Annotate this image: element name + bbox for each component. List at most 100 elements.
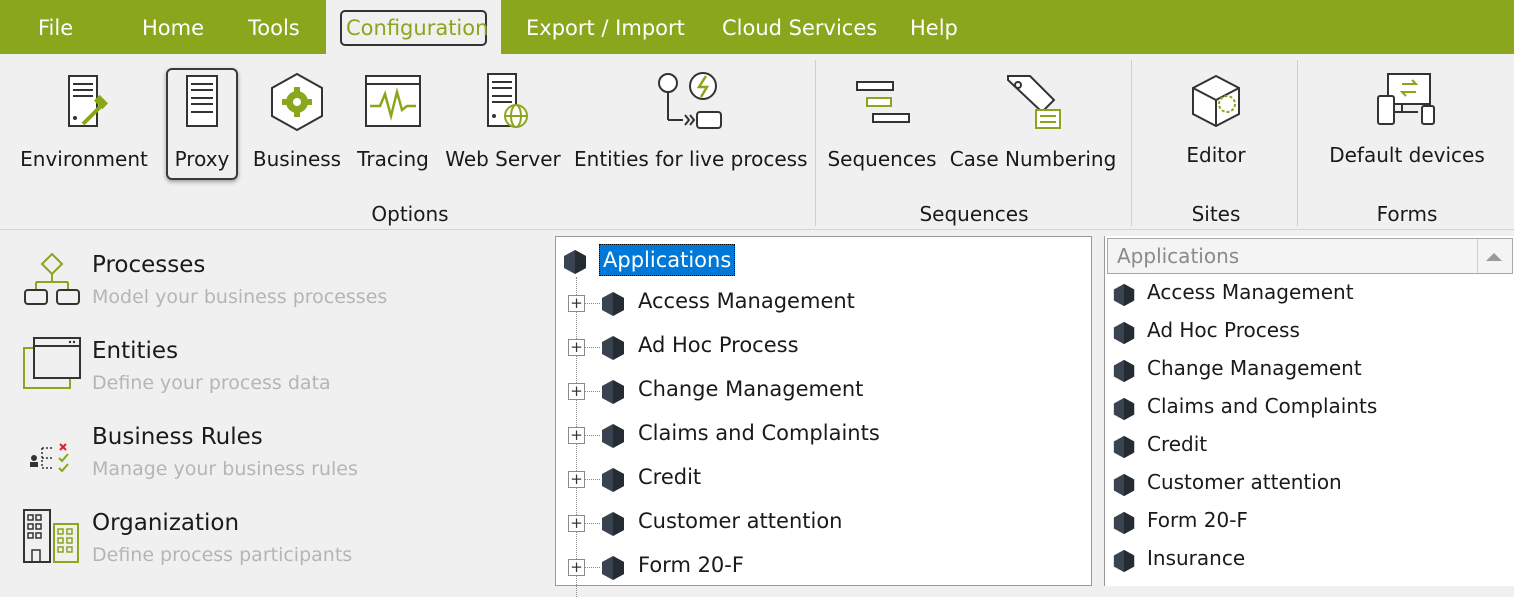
menu-tools[interactable]: Tools bbox=[248, 0, 300, 54]
nav-subtitle: Define process participants bbox=[92, 544, 353, 566]
menu-file[interactable]: File bbox=[38, 0, 73, 54]
menu-help[interactable]: Help bbox=[910, 0, 958, 54]
tree-row-label: Customer attention bbox=[638, 509, 843, 533]
editor-button[interactable]: Editor bbox=[1150, 54, 1282, 184]
menu-home[interactable]: Home bbox=[142, 0, 204, 54]
application-hexagon-icon bbox=[600, 379, 626, 405]
tree-row-label: Credit bbox=[638, 465, 702, 489]
list-item-label: Change Management bbox=[1147, 356, 1362, 380]
expand-icon[interactable]: + bbox=[568, 515, 585, 532]
tree-row-label: Ad Hoc Process bbox=[638, 333, 799, 357]
tree-row[interactable]: + Credit bbox=[556, 457, 1091, 501]
server-hammer-icon bbox=[51, 70, 117, 136]
left-navigation-pane: Processes Model your business processes … bbox=[0, 236, 553, 586]
header-divider bbox=[1477, 239, 1478, 273]
application-hexagon-icon bbox=[600, 423, 626, 449]
default-devices-button[interactable]: Default devices bbox=[1322, 54, 1492, 184]
editor-cube-icon bbox=[1183, 68, 1249, 134]
proxy-label: Proxy bbox=[174, 147, 230, 171]
nav-item-processes[interactable]: Processes Model your business processes bbox=[0, 236, 553, 322]
list-header-label: Applications bbox=[1117, 244, 1240, 268]
web-server-label: Web Server bbox=[445, 147, 561, 171]
tree-row[interactable]: + Form 20-F bbox=[556, 545, 1091, 589]
group-separator bbox=[815, 60, 816, 226]
ribbon: Environment Proxy Business Tracing Web S… bbox=[0, 54, 1514, 230]
list-item-label: Ad Hoc Process bbox=[1147, 318, 1300, 342]
expand-icon[interactable]: + bbox=[568, 471, 585, 488]
nav-item-organization[interactable]: Organization Define process participants bbox=[0, 494, 553, 580]
list-item[interactable]: Credit bbox=[1105, 427, 1514, 465]
applications-list: Applications Access Management Ad Hoc Pr… bbox=[1104, 236, 1514, 586]
business-button[interactable]: Business bbox=[250, 54, 344, 184]
business-rules-icon bbox=[22, 420, 82, 480]
menu-export-import[interactable]: Export / Import bbox=[526, 0, 685, 54]
expand-icon[interactable]: + bbox=[568, 295, 585, 312]
list-item[interactable]: Customer attention bbox=[1105, 465, 1514, 503]
case-numbering-button[interactable]: Case Numbering bbox=[948, 54, 1118, 184]
application-hexagon-icon bbox=[600, 467, 626, 493]
group-separator bbox=[1297, 60, 1298, 226]
list-item-label: Customer attention bbox=[1147, 470, 1342, 494]
entities-live-process-label: Entities for live process bbox=[574, 147, 808, 171]
application-hexagon-icon bbox=[600, 555, 626, 581]
expand-icon[interactable]: + bbox=[568, 383, 585, 400]
forms-group-label: Forms bbox=[1376, 202, 1438, 226]
application-hexagon-icon bbox=[1112, 359, 1136, 383]
tree-root-label: Applications bbox=[599, 244, 736, 276]
list-column-header[interactable]: Applications bbox=[1107, 238, 1513, 274]
organization-icon bbox=[22, 506, 82, 566]
editor-label: Editor bbox=[1186, 143, 1246, 167]
tracing-button[interactable]: Tracing bbox=[352, 54, 434, 184]
sequences-group-label: Sequences bbox=[919, 202, 1029, 226]
nav-item-business-rules[interactable]: Business Rules Manage your business rule… bbox=[0, 408, 553, 494]
tracing-wave-icon bbox=[360, 70, 426, 136]
application-hexagon-icon bbox=[1112, 397, 1136, 421]
tree-row[interactable]: + Access Management bbox=[556, 281, 1091, 325]
environment-button[interactable]: Environment bbox=[14, 54, 154, 184]
sites-group-label: Sites bbox=[1191, 202, 1241, 226]
expand-icon[interactable]: + bbox=[568, 559, 585, 576]
nav-title: Business Rules bbox=[92, 424, 263, 450]
sort-ascending-icon[interactable] bbox=[1486, 253, 1502, 261]
gear-hexagon-icon bbox=[264, 70, 330, 136]
list-item-label: Form 20-F bbox=[1147, 508, 1248, 532]
application-hexagon-icon bbox=[1112, 321, 1136, 345]
list-item-label: Insurance bbox=[1147, 546, 1246, 570]
list-item[interactable]: Change Management bbox=[1105, 351, 1514, 389]
business-label: Business bbox=[252, 147, 342, 171]
options-group-label: Options bbox=[371, 202, 449, 226]
environment-label: Environment bbox=[20, 147, 148, 171]
tree-row-label: Form 20-F bbox=[638, 553, 744, 577]
tree-row[interactable]: + Customer attention bbox=[556, 501, 1091, 545]
sequences-button[interactable]: Sequences bbox=[826, 54, 938, 184]
list-item[interactable]: Ad Hoc Process bbox=[1105, 313, 1514, 351]
group-separator bbox=[1131, 60, 1132, 226]
application-hexagon-icon bbox=[1112, 473, 1136, 497]
nav-title: Organization bbox=[92, 510, 240, 536]
list-item-label: Access Management bbox=[1147, 280, 1354, 304]
nav-subtitle: Define your process data bbox=[92, 372, 331, 394]
application-hexagon-icon bbox=[1112, 435, 1136, 459]
application-hexagon-icon bbox=[600, 291, 626, 317]
tracing-label: Tracing bbox=[357, 147, 429, 171]
entities-icon bbox=[22, 334, 82, 394]
list-item[interactable]: Insurance bbox=[1105, 541, 1514, 579]
entities-live-process-button[interactable]: Entities for live process bbox=[574, 54, 808, 184]
nav-item-entities[interactable]: Entities Define your process data bbox=[0, 322, 553, 408]
tree-row[interactable]: + Ad Hoc Process bbox=[556, 325, 1091, 369]
menu-configuration[interactable]: Configuration bbox=[326, 0, 501, 54]
menu-configuration-label: Configuration bbox=[346, 16, 489, 40]
list-item[interactable]: Form 20-F bbox=[1105, 503, 1514, 541]
tree-row[interactable]: + Change Management bbox=[556, 369, 1091, 413]
list-item[interactable]: Access Management bbox=[1105, 275, 1514, 313]
expand-icon[interactable]: + bbox=[568, 339, 585, 356]
list-item[interactable]: Claims and Complaints bbox=[1105, 389, 1514, 427]
sequences-icon bbox=[849, 70, 915, 136]
proxy-button[interactable]: Proxy bbox=[166, 54, 238, 184]
menu-cloud-services[interactable]: Cloud Services bbox=[722, 0, 877, 54]
web-server-button[interactable]: Web Server bbox=[442, 54, 564, 184]
case-numbering-label: Case Numbering bbox=[949, 147, 1117, 171]
expand-icon[interactable]: + bbox=[568, 427, 585, 444]
tree-row[interactable]: + Claims and Complaints bbox=[556, 413, 1091, 457]
tree-row-label: Claims and Complaints bbox=[638, 421, 880, 445]
